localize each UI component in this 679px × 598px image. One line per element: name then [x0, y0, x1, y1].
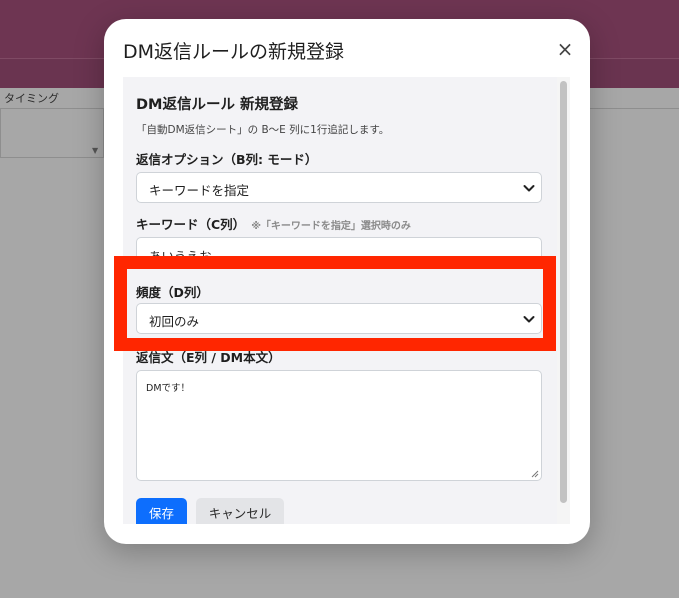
chevron-down-icon [523, 316, 535, 323]
column-header-timing: タイミング [4, 92, 59, 105]
close-icon[interactable]: × [555, 37, 575, 61]
keyword-label: キーワード（C列） ※「キーワードを指定」選択時のみ [136, 214, 411, 233]
frequency-select[interactable]: 初回のみ [136, 303, 542, 334]
form-description: 「自動DM返信シート」の B〜E 列に1行追記します。 [136, 124, 390, 136]
new-rule-modal: DM返信ルールの新規登録 × DM返信ルール 新規登録 「自動DM返信シート」の… [104, 19, 590, 544]
reply-text-textarea[interactable]: DMです！ [136, 370, 542, 481]
scrollbar-thumb[interactable] [560, 81, 567, 503]
keyword-value: あいうえお [149, 249, 212, 264]
resize-grip-icon[interactable] [531, 470, 539, 478]
keyword-label-text: キーワード（C列） [136, 217, 246, 232]
modal-title: DM返信ルールの新規登録 [123, 41, 345, 63]
table-cell [0, 108, 104, 158]
form-heading: DM返信ルール 新規登録 [136, 97, 299, 113]
form-card: DM返信ルール 新規登録 「自動DM返信シート」の B〜E 列に1行追記します。… [123, 77, 570, 524]
cancel-button[interactable]: キャンセル [196, 498, 284, 524]
reply-text-label: 返信文（E列 / DM本文） [136, 350, 281, 365]
dropdown-caret-icon: ▼ [92, 146, 99, 155]
frequency-label: 頻度（D列） [136, 285, 209, 300]
reply-option-label: 返信オプション（B列: モード） [136, 152, 318, 167]
save-button[interactable]: 保存 [136, 498, 187, 524]
reply-option-select[interactable]: キーワードを指定 [136, 172, 542, 203]
modal-body[interactable]: DM返信ルール 新規登録 「自動DM返信シート」の B〜E 列に1行追記します。… [123, 77, 570, 524]
chevron-down-icon [523, 185, 535, 192]
reply-text-value: DMです！ [146, 383, 191, 394]
keyword-note: ※「キーワードを指定」選択時のみ [251, 221, 411, 232]
reply-option-value: キーワードを指定 [149, 183, 250, 198]
keyword-input[interactable]: あいうえお [136, 237, 542, 269]
frequency-value: 初回のみ [149, 314, 200, 329]
